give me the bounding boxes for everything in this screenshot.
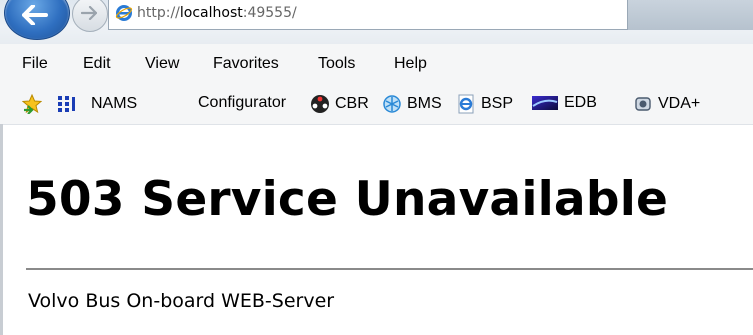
menu-favorites[interactable]: Favorites <box>213 55 279 73</box>
page-title: 503 Service Unavailable <box>26 172 669 227</box>
forward-button[interactable] <box>72 0 108 32</box>
menu-bar: File Edit View Favorites Tools Help <box>0 44 753 84</box>
back-button[interactable] <box>4 0 70 40</box>
window-edge <box>0 124 3 335</box>
menu-help[interactable]: Help <box>394 55 427 73</box>
fav-label: CBR <box>335 95 369 112</box>
cbr-icon <box>311 95 329 113</box>
nams-icon <box>58 96 75 112</box>
bms-icon <box>383 95 401 113</box>
fav-item-cbr[interactable]: CBR <box>310 94 369 114</box>
vda-icon <box>635 97 651 111</box>
menu-file[interactable]: File <box>22 55 48 73</box>
favorites-bar: NAMS Configurator CBR BMS BSP EDB VDA+ <box>0 84 753 125</box>
url-prefix: http:// <box>137 5 180 21</box>
fav-item-configurator[interactable]: Configurator <box>198 94 286 112</box>
edb-icon <box>532 96 558 110</box>
fav-label: EDB <box>564 94 597 111</box>
forward-arrow-icon <box>81 6 97 20</box>
fav-item-bms[interactable]: BMS <box>382 94 442 114</box>
fav-label: BSP <box>481 95 514 112</box>
tab-strip <box>628 0 753 30</box>
fav-item-edb[interactable]: EDB <box>531 94 597 112</box>
menu-tools[interactable]: Tools <box>318 55 355 73</box>
url-port: :49555/ <box>242 5 297 21</box>
fav-item-vda[interactable]: VDA+ <box>633 94 700 114</box>
fav-label: VDA+ <box>658 95 701 112</box>
browser-toolbar: http://localhost:49555/ <box>0 0 753 44</box>
url-text: http://localhost:49555/ <box>137 5 297 21</box>
ie-page-icon <box>458 94 474 114</box>
ie-page-icon <box>115 5 133 21</box>
url-host: localhost <box>179 5 243 21</box>
server-signature: Volvo Bus On-board WEB-Server <box>28 290 335 312</box>
back-arrow-icon <box>22 5 48 25</box>
fav-item-nams[interactable]: NAMS <box>56 94 137 114</box>
fav-item-bsp[interactable]: BSP <box>456 94 513 114</box>
fav-label: BMS <box>407 95 442 112</box>
menu-view[interactable]: View <box>145 55 179 73</box>
address-bar[interactable]: http://localhost:49555/ <box>108 0 628 30</box>
menu-edit[interactable]: Edit <box>83 55 111 73</box>
horizontal-rule <box>26 268 753 270</box>
fav-label: Configurator <box>198 94 287 111</box>
star-add-icon <box>22 94 42 114</box>
add-favorite-button[interactable] <box>22 94 42 114</box>
fav-label: NAMS <box>91 95 138 112</box>
